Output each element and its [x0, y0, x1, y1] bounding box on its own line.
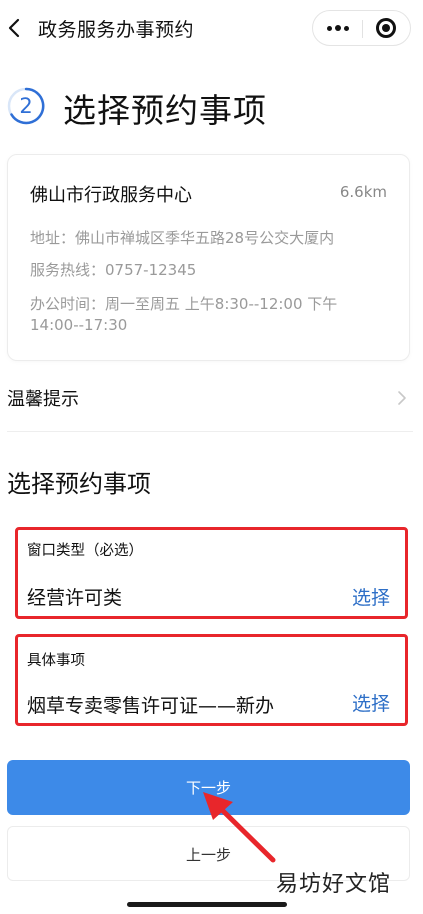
service-center-card: 佛山市行政服务中心 6.6km 地址：佛山市禅城区季华五路28号公交大厦内 服务…	[7, 154, 410, 361]
window-type-value: 经营许可类	[27, 587, 123, 609]
chevron-right-icon	[397, 390, 407, 406]
center-hours-line2: 14:00--17:30	[30, 316, 128, 334]
specific-item-select-button[interactable]: 选择	[352, 689, 390, 716]
navigation-bar: 政务服务办事预约	[0, 0, 423, 56]
window-type-label: 窗口类型（必选）	[27, 543, 143, 559]
specific-item-label: 具体事项	[27, 653, 85, 669]
step-number: 2	[19, 94, 33, 118]
close-miniprogram-icon[interactable]	[363, 11, 411, 45]
tips-row[interactable]: 温馨提示	[7, 376, 413, 432]
center-name: 佛山市行政服务中心	[30, 185, 192, 206]
page-title: 政务服务办事预约	[38, 19, 195, 41]
miniprogram-capsule	[312, 10, 411, 46]
annotation-arrow-icon	[195, 790, 285, 870]
section-title: 选择预约事项	[7, 470, 151, 498]
back-icon[interactable]	[4, 14, 26, 42]
more-icon[interactable]	[313, 11, 362, 45]
specific-item-selector[interactable]: 具体事项 烟草专卖零售许可证——新办 选择	[15, 634, 408, 726]
center-hotline: 服务热线：0757-12345	[30, 261, 197, 279]
step-indicator: 2	[7, 87, 45, 125]
center-address: 地址：佛山市禅城区季华五路28号公交大厦内	[30, 229, 335, 247]
window-type-selector[interactable]: 窗口类型（必选） 经营许可类 选择	[15, 527, 408, 619]
step-title: 选择预约事项	[63, 91, 267, 130]
center-hours-line1: 办公时间：周一至周五 上午8:30--12:00 下午	[30, 295, 338, 313]
center-distance: 6.6km	[339, 183, 387, 201]
specific-item-value: 烟草专卖零售许可证——新办	[27, 695, 275, 717]
tips-label: 温馨提示	[7, 389, 79, 410]
home-indicator	[127, 902, 287, 907]
watermark: 易坊好文馆	[276, 872, 392, 897]
window-type-select-button[interactable]: 选择	[352, 583, 390, 610]
